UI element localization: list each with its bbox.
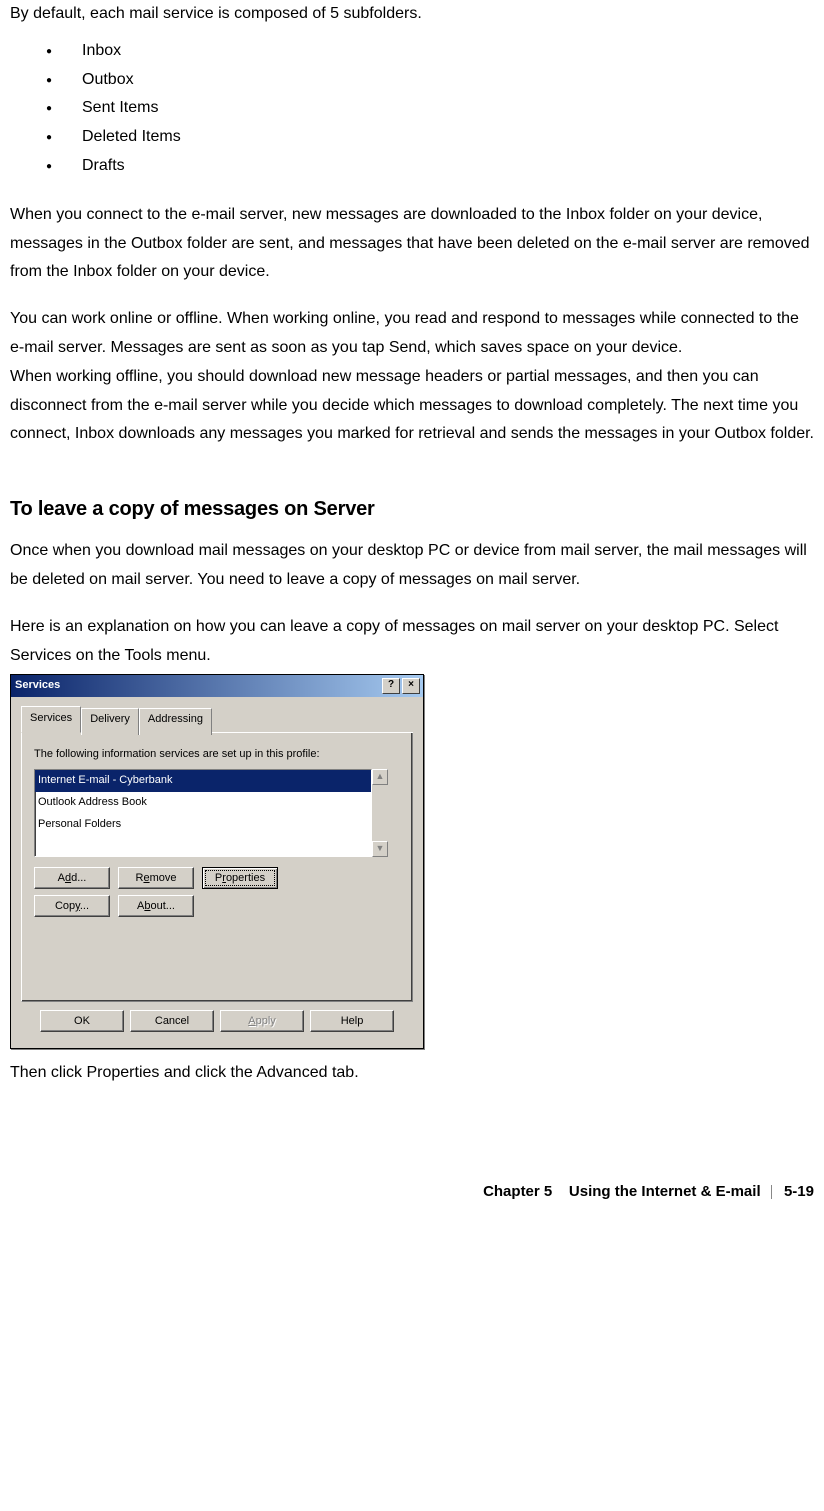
list-item: Deleted Items (10, 123, 814, 152)
dialog-titlebar: Services ? × (11, 675, 423, 697)
about-button[interactable]: About... (118, 895, 194, 917)
body-text: You can work online or offline. When wor… (10, 305, 814, 363)
help-button[interactable]: Help (310, 1010, 394, 1032)
tab-panel: The following information services are s… (21, 732, 413, 1002)
services-listbox[interactable]: Internet E-mail - Cyberbank Outlook Addr… (34, 769, 372, 857)
intro-text: By default, each mail service is compose… (10, 0, 814, 29)
footer-title: Using the Internet & E-mail (569, 1183, 761, 1200)
tab-strip: Services Delivery Addressing (21, 705, 413, 733)
close-button[interactable]: × (402, 678, 420, 694)
page-footer: Chapter 5 Using the Internet & E-mail 5-… (10, 1178, 814, 1205)
ok-button[interactable]: OK (40, 1010, 124, 1032)
copy-button[interactable]: Copy... (34, 895, 110, 917)
section-heading: To leave a copy of messages on Server (10, 491, 814, 527)
body-text: When you connect to the e-mail server, n… (10, 201, 814, 287)
footer-page: 5-19 (784, 1183, 814, 1200)
tab-addressing[interactable]: Addressing (139, 708, 212, 735)
tab-services[interactable]: Services (21, 706, 81, 733)
list-item[interactable]: Personal Folders (35, 814, 371, 836)
body-text: When working offline, you should downloa… (10, 363, 814, 449)
scrollbar[interactable]: ▲ ▼ (372, 769, 388, 857)
services-dialog: Services ? × Services Delivery Addressin… (10, 674, 424, 1049)
footer-separator (771, 1185, 774, 1199)
footer-chapter: Chapter 5 (483, 1183, 552, 1200)
cancel-button[interactable]: Cancel (130, 1010, 214, 1032)
body-text: Once when you download mail messages on … (10, 537, 814, 595)
scroll-up-icon[interactable]: ▲ (372, 769, 388, 785)
properties-button[interactable]: Properties (202, 867, 278, 889)
help-button[interactable]: ? (382, 678, 400, 694)
remove-button[interactable]: Remove (118, 867, 194, 889)
body-text: Then click Properties and click the Adva… (10, 1059, 814, 1088)
tab-delivery[interactable]: Delivery (81, 708, 139, 735)
body-text: Here is an explanation on how you can le… (10, 613, 814, 671)
panel-caption: The following information services are s… (34, 745, 400, 765)
list-item[interactable]: Internet E-mail - Cyberbank (35, 770, 371, 792)
scroll-down-icon[interactable]: ▼ (372, 841, 388, 857)
apply-button: Apply (220, 1010, 304, 1032)
list-item[interactable]: Outlook Address Book (35, 792, 371, 814)
dialog-title: Services (15, 676, 380, 696)
list-item: Inbox (10, 37, 814, 66)
list-item: Drafts (10, 152, 814, 181)
folder-list: Inbox Outbox Sent Items Deleted Items Dr… (10, 37, 814, 181)
list-item: Sent Items (10, 94, 814, 123)
add-button[interactable]: Add... (34, 867, 110, 889)
list-item: Outbox (10, 66, 814, 95)
